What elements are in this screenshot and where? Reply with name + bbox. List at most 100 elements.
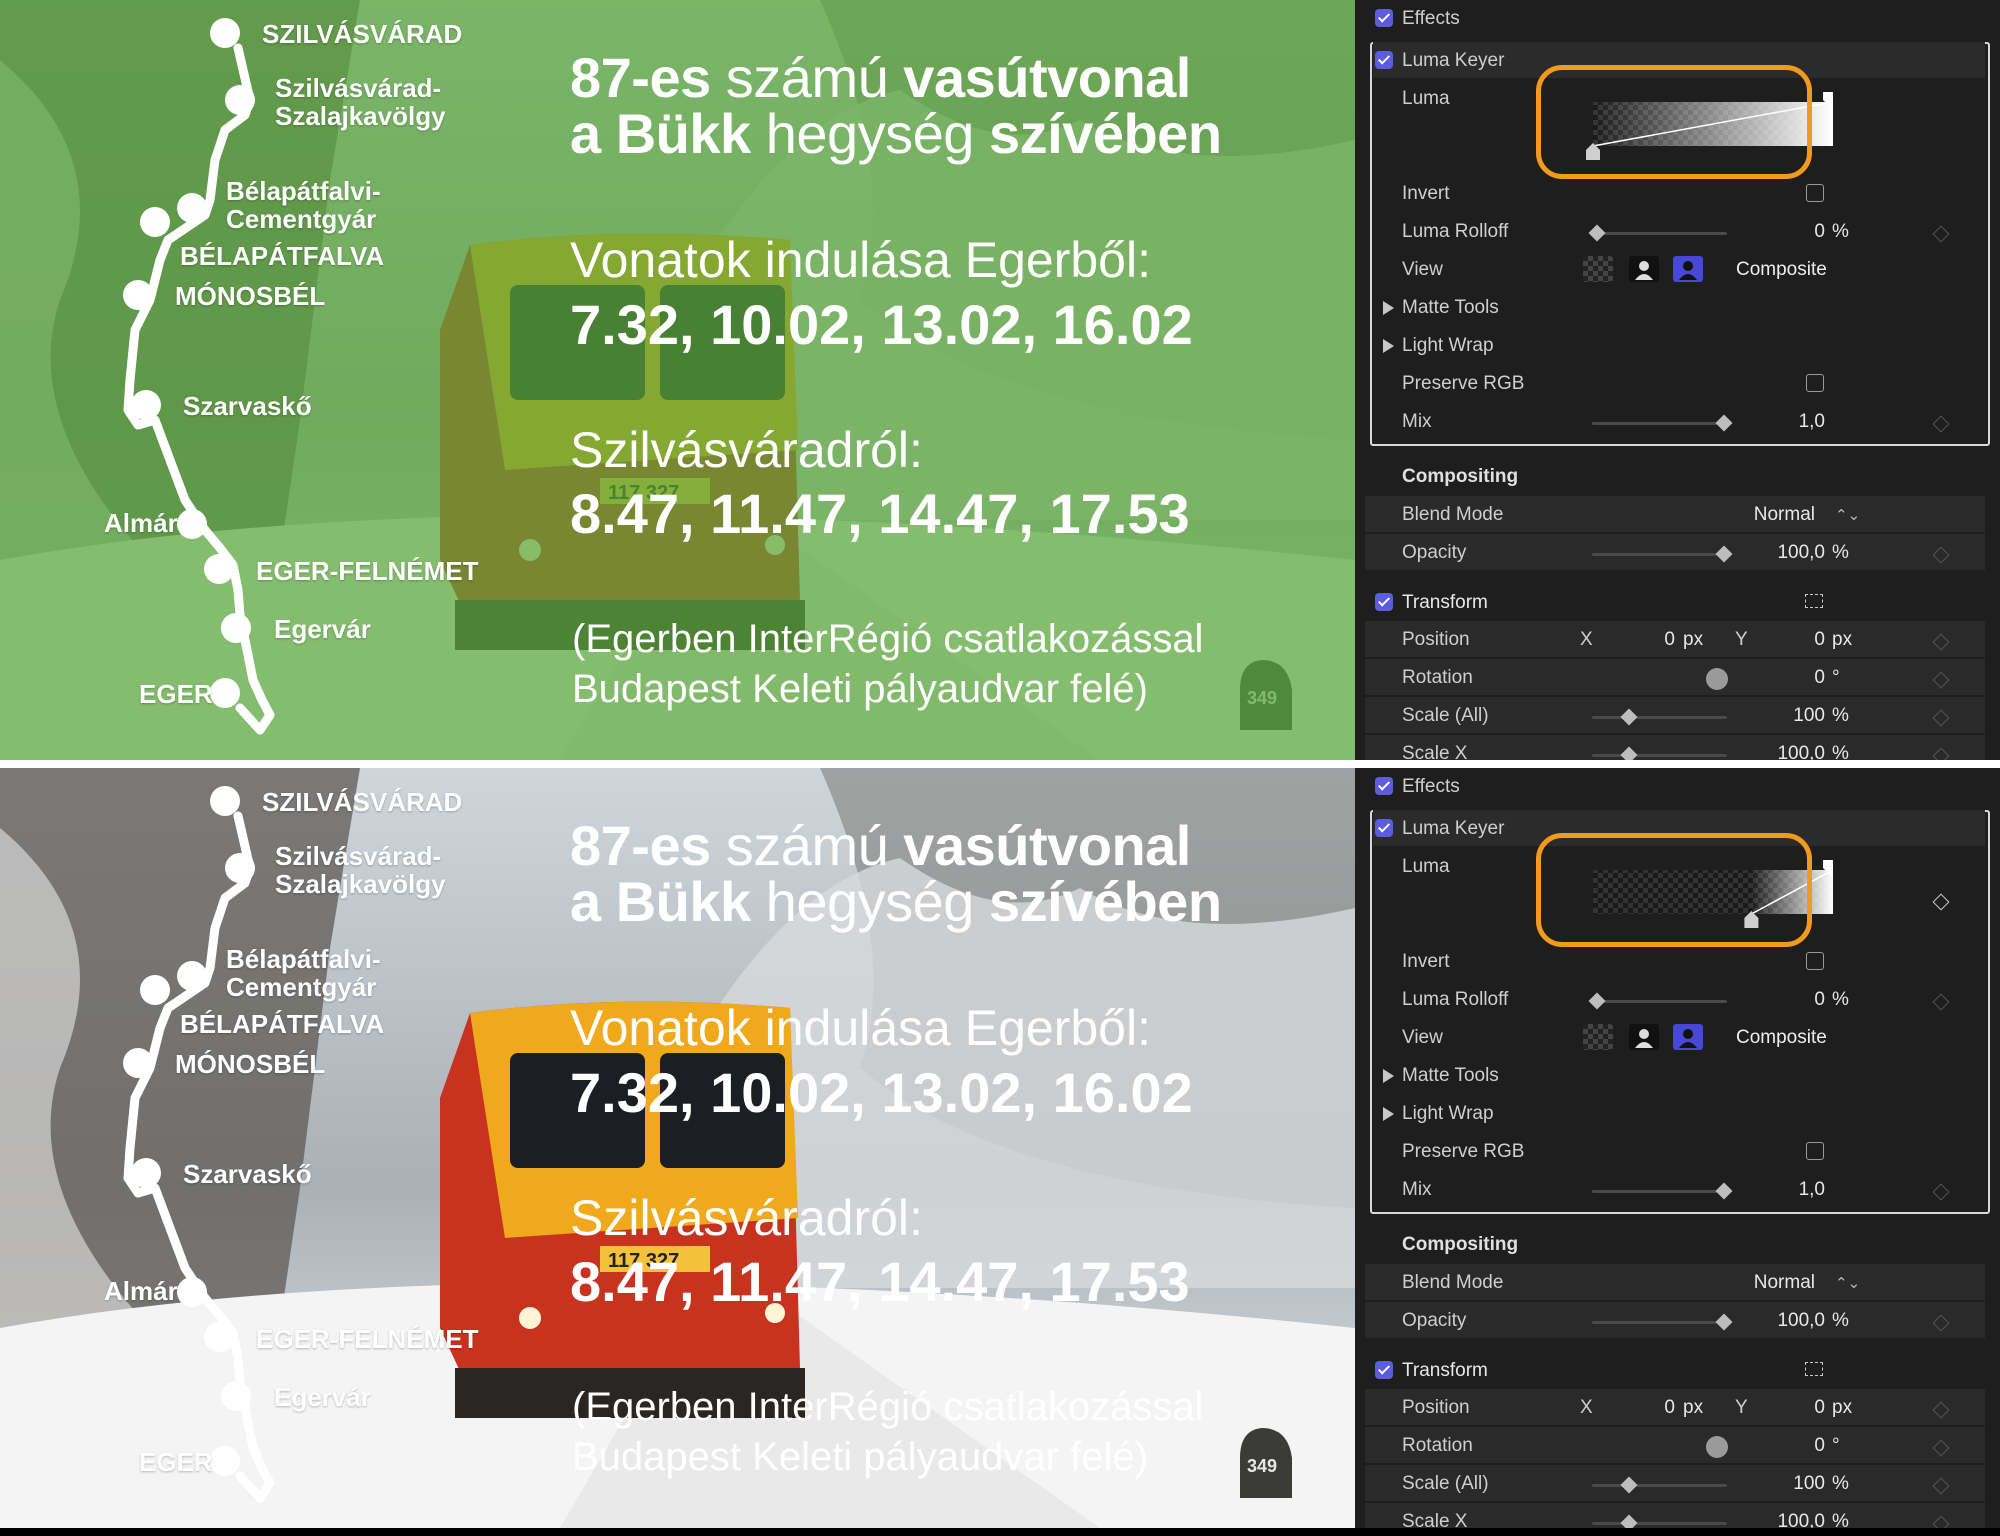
view-matte-icon[interactable] — [1583, 256, 1613, 282]
position-y-value[interactable]: 0 — [1765, 629, 1825, 651]
mix-slider-thumb[interactable] — [1715, 1182, 1733, 1200]
rotation-value[interactable]: 0 — [1735, 1435, 1825, 1457]
view-composite-icon[interactable] — [1673, 1024, 1703, 1050]
mix-keyframe-icon[interactable] — [1932, 415, 1950, 433]
invert-checkbox[interactable] — [1806, 952, 1824, 970]
blend-mode-popup[interactable]: Normal — [1715, 504, 1815, 526]
scale-all-keyframe-icon[interactable] — [1932, 709, 1950, 727]
position-keyframe-icon[interactable] — [1932, 633, 1950, 651]
invert-label: Invert — [1402, 183, 1450, 204]
scale-x-keyframe-icon[interactable] — [1932, 747, 1950, 760]
opacity-slider[interactable] — [1592, 1321, 1727, 1324]
title-line-1: 87-es számú vasútvonal — [570, 46, 1191, 109]
scale-all-row: Scale (All) 100 % — [1355, 1465, 2000, 1503]
scale-all-keyframe-icon[interactable] — [1932, 1477, 1950, 1495]
light-wrap-label: Light Wrap — [1402, 1103, 1494, 1124]
scale-all-slider-thumb[interactable] — [1620, 1476, 1638, 1494]
transform-checkbox[interactable] — [1375, 1361, 1393, 1379]
luma-keyer-checkbox[interactable] — [1375, 51, 1393, 69]
invert-row: Invert — [1355, 943, 2000, 981]
station-dot-szarvasko — [131, 1158, 161, 1188]
effects-checkbox[interactable] — [1375, 9, 1393, 27]
connection-note-line-1: (Egerben InterRégió csatlakozással — [572, 617, 1204, 661]
scale-x-slider-thumb[interactable] — [1620, 1514, 1638, 1528]
rotation-value[interactable]: 0 — [1735, 667, 1825, 689]
light-wrap-disclosure-icon[interactable] — [1383, 1107, 1394, 1121]
matte-tools-row[interactable]: Matte Tools — [1355, 289, 2000, 327]
scale-all-slider[interactable] — [1592, 716, 1727, 719]
scale-x-value[interactable]: 100,0 — [1735, 1511, 1825, 1528]
scale-x-slider-thumb[interactable] — [1620, 746, 1638, 760]
view-original-icon[interactable] — [1629, 1024, 1659, 1050]
mix-slider[interactable] — [1592, 422, 1727, 425]
matte-tools-disclosure-icon[interactable] — [1383, 301, 1394, 315]
view-composite-icon[interactable] — [1673, 256, 1703, 282]
mix-value[interactable]: 1,0 — [1735, 411, 1825, 433]
scale-x-value[interactable]: 100,0 — [1735, 743, 1825, 760]
position-y-value[interactable]: 0 — [1765, 1397, 1825, 1419]
view-original-icon[interactable] — [1629, 256, 1659, 282]
luma-rolloff-keyframe-icon[interactable] — [1932, 225, 1950, 243]
luma-rolloff-slider[interactable] — [1592, 232, 1727, 235]
scale-x-slider[interactable] — [1592, 1522, 1727, 1525]
scale-all-value[interactable]: 100 — [1735, 705, 1825, 727]
position-x-value[interactable]: 0 — [1615, 629, 1675, 651]
light-wrap-row[interactable]: Light Wrap — [1355, 327, 2000, 365]
luma-rolloff-slider[interactable] — [1592, 1000, 1727, 1003]
position-keyframe-icon[interactable] — [1932, 1401, 1950, 1419]
mix-keyframe-icon[interactable] — [1932, 1183, 1950, 1201]
luma-rolloff-keyframe-icon[interactable] — [1932, 993, 1950, 1011]
matte-tools-row[interactable]: Matte Tools — [1355, 1057, 2000, 1095]
opacity-value[interactable]: 100,0 — [1735, 1310, 1825, 1332]
scale-all-value[interactable]: 100 — [1735, 1473, 1825, 1495]
luma-rolloff-value[interactable]: 0 — [1735, 989, 1825, 1011]
blend-mode-popup[interactable]: Normal — [1715, 1272, 1815, 1294]
station-label-almar: Almár — [104, 1276, 178, 1306]
light-wrap-row[interactable]: Light Wrap — [1355, 1095, 2000, 1133]
station-dot-belapatfalvi-cementgyar — [177, 961, 207, 991]
preserve-rgb-checkbox[interactable] — [1806, 374, 1824, 392]
transform-onscreen-controls-icon[interactable] — [1805, 594, 1823, 608]
mix-slider-thumb[interactable] — [1715, 414, 1733, 432]
rotation-keyframe-icon[interactable] — [1932, 1439, 1950, 1457]
mix-slider[interactable] — [1592, 1190, 1727, 1193]
transform-onscreen-controls-icon[interactable] — [1805, 1362, 1823, 1376]
transform-checkbox[interactable] — [1375, 593, 1393, 611]
rotation-keyframe-icon[interactable] — [1932, 671, 1950, 689]
position-x-value[interactable]: 0 — [1615, 1397, 1675, 1419]
departures-eger-times: 7.32, 10.02, 13.02, 16.02 — [570, 293, 1193, 356]
opacity-value[interactable]: 100,0 — [1735, 542, 1825, 564]
luma-rolloff-slider-thumb[interactable] — [1588, 992, 1606, 1010]
luma-rolloff-slider-thumb[interactable] — [1588, 224, 1606, 242]
opacity-slider[interactable] — [1592, 553, 1727, 556]
scale-x-slider[interactable] — [1592, 754, 1727, 757]
mix-row: Mix 1,0 — [1355, 403, 2000, 441]
scale-x-keyframe-icon[interactable] — [1932, 1515, 1950, 1528]
luma-rolloff-unit: % — [1832, 221, 1849, 242]
opacity-label: Opacity — [1402, 542, 1467, 563]
scale-all-label: Scale (All) — [1402, 705, 1489, 726]
rotation-dial-icon[interactable] — [1706, 1436, 1728, 1458]
scale-all-slider-thumb[interactable] — [1620, 708, 1638, 726]
rotation-dial-icon[interactable] — [1706, 668, 1728, 690]
blend-mode-row: Blend Mode Normal ⌃⌄ — [1355, 1264, 2000, 1302]
invert-checkbox[interactable] — [1806, 184, 1824, 202]
mix-value[interactable]: 1,0 — [1735, 1179, 1825, 1201]
opacity-keyframe-icon[interactable] — [1932, 546, 1950, 564]
view-matte-icon[interactable] — [1583, 1024, 1613, 1050]
opacity-slider-thumb[interactable] — [1715, 545, 1733, 563]
blend-mode-stepper-icon[interactable]: ⌃⌄ — [1835, 506, 1860, 524]
effects-checkbox[interactable] — [1375, 777, 1393, 795]
opacity-unit: % — [1832, 1310, 1849, 1331]
luma-keyer-checkbox[interactable] — [1375, 819, 1393, 837]
blend-mode-stepper-icon[interactable]: ⌃⌄ — [1835, 1274, 1860, 1292]
title-line-1: 87-es számú vasútvonal — [570, 814, 1191, 877]
preserve-rgb-checkbox[interactable] — [1806, 1142, 1824, 1160]
luma-rolloff-value[interactable]: 0 — [1735, 221, 1825, 243]
invert-row: Invert — [1355, 175, 2000, 213]
opacity-keyframe-icon[interactable] — [1932, 1314, 1950, 1332]
scale-all-slider[interactable] — [1592, 1484, 1727, 1487]
opacity-slider-thumb[interactable] — [1715, 1313, 1733, 1331]
matte-tools-disclosure-icon[interactable] — [1383, 1069, 1394, 1083]
light-wrap-disclosure-icon[interactable] — [1383, 339, 1394, 353]
